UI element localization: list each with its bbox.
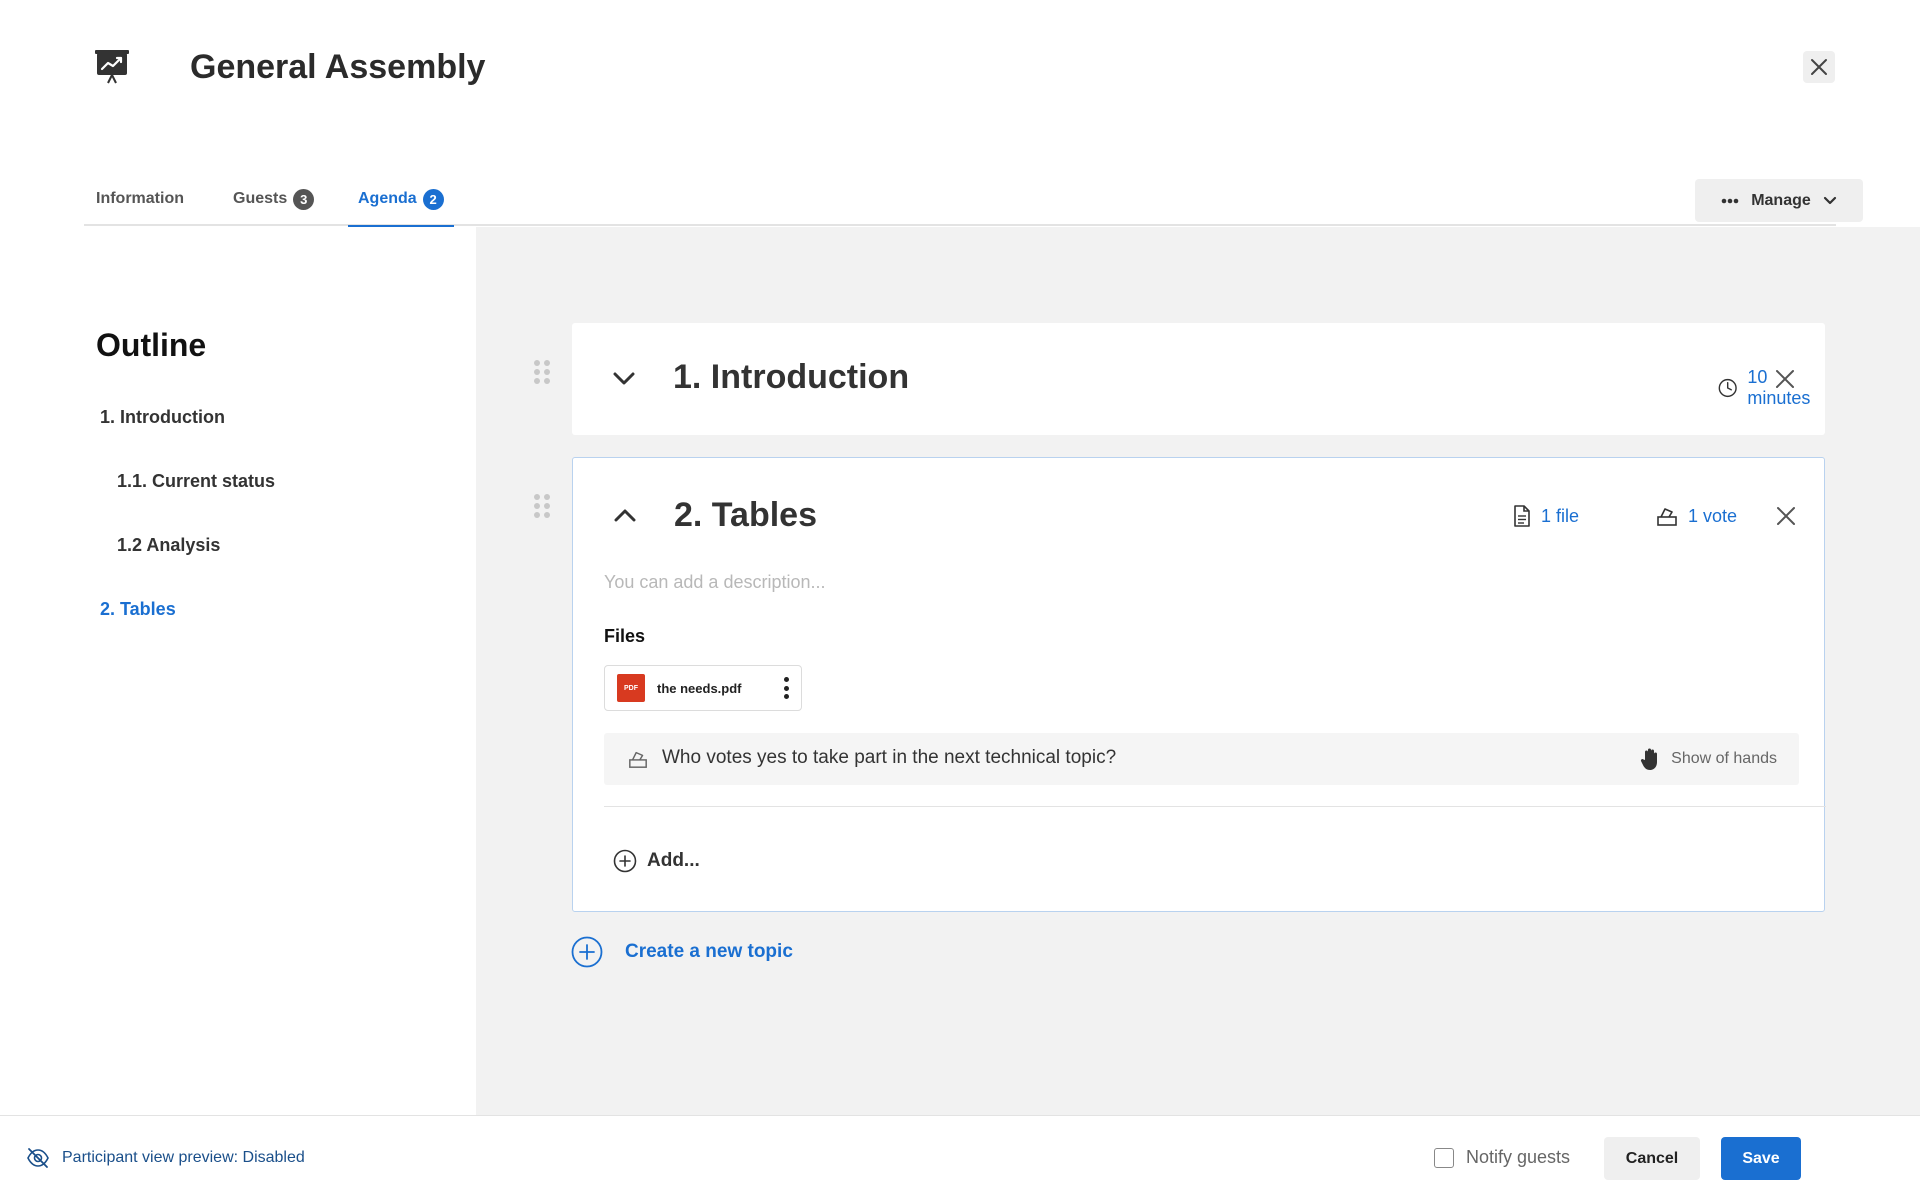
close-icon: [1811, 59, 1827, 75]
footer-bar: Participant view preview: Disabled Notif…: [0, 1115, 1920, 1200]
close-button[interactable]: [1803, 51, 1835, 83]
topic-files-count[interactable]: 1 file: [1513, 505, 1579, 527]
notify-guests-option[interactable]: Notify guests: [1434, 1147, 1570, 1168]
more-horizontal-icon: [1721, 198, 1739, 203]
votes-count-label: 1 vote: [1688, 505, 1738, 526]
file-name: the needs.pdf: [657, 680, 742, 696]
tab-information[interactable]: Information: [96, 178, 184, 226]
clock-icon: [1718, 378, 1737, 398]
manage-label: Manage: [1751, 191, 1811, 209]
outline-sidebar: Outline 1. Introduction 1.1. Current sta…: [0, 227, 476, 1115]
files-section-label: Files: [604, 626, 646, 646]
preview-label: Participant view preview: Disabled: [62, 1149, 305, 1166]
plus-circle-icon: [613, 849, 637, 873]
create-topic-label: Create a new topic: [625, 941, 793, 962]
files-count-label: 1 file: [1541, 505, 1580, 526]
page-title: General Assembly: [190, 48, 486, 86]
topic-title[interactable]: 1. Introduction: [673, 358, 909, 397]
more-vertical-icon[interactable]: [783, 677, 789, 699]
pdf-file-icon: PDF: [617, 674, 645, 702]
drag-handle-icon[interactable]: [534, 494, 550, 518]
agenda-count-badge: 2: [422, 189, 444, 210]
topic-card-tables: 2. Tables 1 file 1 vote You can add a de…: [572, 457, 1826, 912]
vote-type-label: Show of hands: [1671, 750, 1777, 767]
chevron-down-icon: [1823, 196, 1836, 204]
remove-topic-icon[interactable]: [1775, 505, 1797, 527]
save-button[interactable]: Save: [1721, 1137, 1801, 1180]
tab-bar: Information Guests 3 Agenda 2: [84, 178, 1836, 228]
presentation-board-icon: [92, 46, 132, 88]
add-item-button[interactable]: Add...: [613, 849, 700, 873]
guests-count-badge: 3: [293, 189, 315, 210]
chevron-up-icon[interactable]: [611, 501, 639, 529]
vote-type: Show of hands: [1639, 747, 1777, 771]
agenda-panel: 1. Introduction 10 minutes 2. Tables 1 f…: [476, 227, 1920, 1115]
add-item-label: Add...: [647, 850, 700, 871]
raised-hand-icon: [1641, 748, 1658, 770]
file-icon: [1514, 505, 1530, 527]
outline-item-current-status[interactable]: 1.1. Current status: [117, 471, 275, 492]
vote-question: Who votes yes to take part in the next t…: [662, 747, 1117, 768]
manage-dropdown-button[interactable]: Manage: [1695, 179, 1863, 222]
ballot-box-icon: [629, 751, 647, 768]
create-topic-button[interactable]: Create a new topic: [571, 936, 793, 968]
topic-votes-count[interactable]: 1 vote: [1656, 505, 1737, 527]
remove-topic-icon[interactable]: [1774, 368, 1796, 390]
outline-item-introduction[interactable]: 1. Introduction: [100, 407, 225, 428]
topic-card-introduction: 1. Introduction 10 minutes: [572, 323, 1825, 435]
divider: [604, 806, 1826, 807]
outline-item-analysis[interactable]: 1.2 Analysis: [117, 535, 220, 556]
notify-guests-checkbox[interactable]: [1434, 1147, 1454, 1168]
outline-item-tables[interactable]: 2. Tables: [100, 599, 176, 620]
tab-agenda[interactable]: Agenda 2: [348, 178, 454, 228]
topic-description-input[interactable]: You can add a description...: [604, 572, 826, 593]
participant-preview-toggle[interactable]: Participant view preview: Disabled: [26, 1147, 305, 1169]
drag-handle-icon[interactable]: [534, 360, 550, 384]
plus-circle-icon: [571, 936, 603, 968]
tab-label: Agenda: [358, 190, 417, 207]
tab-guests[interactable]: Guests 3: [233, 178, 315, 226]
vote-item[interactable]: Who votes yes to take part in the next t…: [604, 733, 1799, 785]
tab-label: Information: [96, 190, 184, 207]
chevron-down-icon[interactable]: [610, 365, 638, 393]
notify-guests-label: Notify guests: [1466, 1147, 1571, 1167]
topic-title[interactable]: 2. Tables: [674, 496, 817, 535]
tab-label: Guests: [233, 190, 288, 207]
outline-title: Outline: [96, 327, 207, 363]
cancel-button[interactable]: Cancel: [1604, 1137, 1700, 1180]
ballot-box-icon: [1657, 508, 1677, 526]
topic-duration[interactable]: 10 minutes: [1718, 367, 1825, 409]
file-attachment[interactable]: PDF the needs.pdf: [604, 665, 802, 711]
eye-off-icon: [27, 1148, 49, 1168]
